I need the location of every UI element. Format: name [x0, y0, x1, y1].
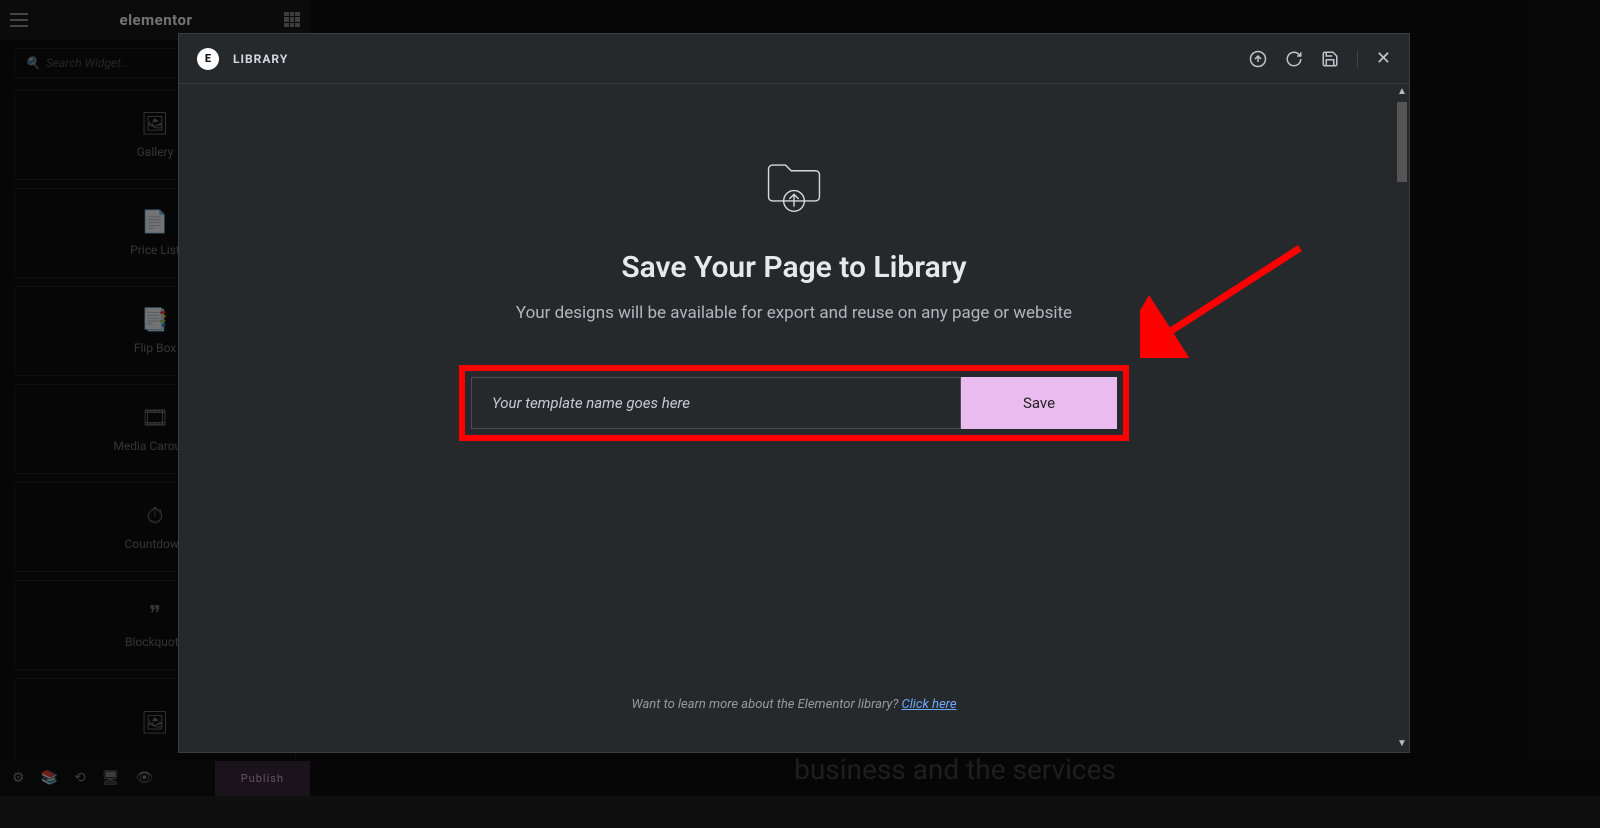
elementor-logo-icon: E	[197, 48, 219, 70]
modal-subtitle: Your designs will be available for expor…	[516, 303, 1072, 323]
modal-header-actions: ✕	[1249, 48, 1391, 69]
library-modal: E LIBRARY ✕ Save Your Page to Library Yo…	[178, 33, 1410, 753]
refresh-icon[interactable]	[1285, 50, 1303, 68]
upload-icon[interactable]	[1249, 50, 1267, 68]
modal-scrollbar[interactable]: ▲ ▼	[1397, 84, 1407, 752]
learn-more-text: Want to learn more about the Elementor l…	[631, 697, 956, 712]
close-icon[interactable]: ✕	[1376, 48, 1391, 69]
modal-title: LIBRARY	[233, 52, 288, 66]
save-button[interactable]: Save	[961, 377, 1117, 429]
folder-upload-icon	[761, 148, 827, 222]
template-name-input[interactable]	[471, 377, 961, 429]
divider	[1357, 51, 1358, 67]
save-icon[interactable]	[1321, 50, 1339, 68]
modal-header: E LIBRARY ✕	[179, 34, 1409, 84]
learn-prefix: Want to learn more about the Elementor l…	[631, 697, 901, 712]
scroll-thumb[interactable]	[1397, 102, 1407, 182]
modal-body: Save Your Page to Library Your designs w…	[179, 84, 1409, 752]
learn-more-link[interactable]: Click here	[902, 697, 957, 712]
scroll-up-icon[interactable]: ▲	[1397, 84, 1407, 100]
modal-heading: Save Your Page to Library	[621, 250, 966, 285]
save-form: Save	[459, 365, 1129, 441]
scroll-down-icon[interactable]: ▼	[1397, 736, 1407, 752]
